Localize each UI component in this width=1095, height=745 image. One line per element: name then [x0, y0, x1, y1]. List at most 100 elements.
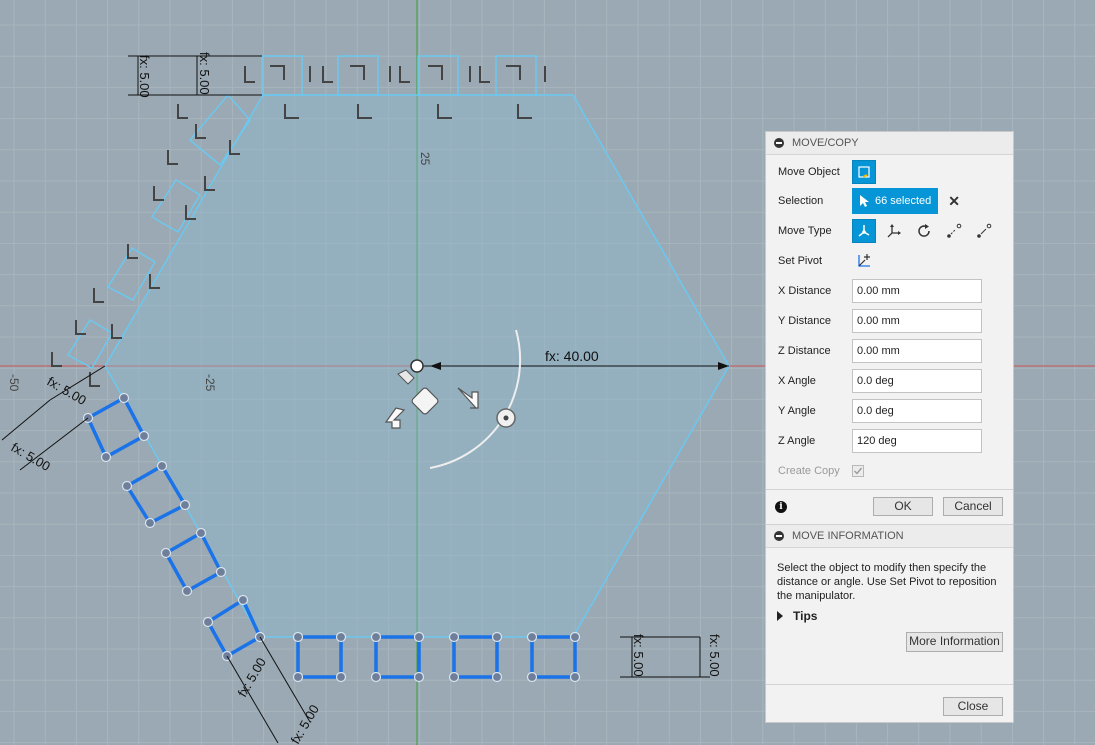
- free-move-type-button[interactable]: [852, 219, 876, 243]
- free-move-icon: [858, 225, 870, 237]
- ok-button[interactable]: OK: [873, 497, 933, 516]
- dimension-fx5-top[interactable]: fx: 5.00: [197, 52, 212, 95]
- dimension-fx5-bottom-cut[interactable]: fx: 5.00: [288, 702, 322, 745]
- sketch-vertex[interactable]: [292, 631, 304, 643]
- sketch-vertex[interactable]: [448, 631, 460, 643]
- tips-toggle[interactable]: Tips: [777, 609, 817, 623]
- dialog-title: MOVE/COPY: [792, 137, 859, 149]
- sketch-vertex[interactable]: [138, 430, 150, 442]
- field-row: Z Distance 0.00 mm: [778, 338, 982, 364]
- translate-type-button[interactable]: [882, 219, 906, 243]
- sketch-vertex[interactable]: [156, 460, 168, 472]
- rotate-type-button[interactable]: [912, 219, 936, 243]
- pivot-point[interactable]: [410, 359, 424, 373]
- sketch-vertex[interactable]: [335, 671, 347, 683]
- dimension-fx5-top-left[interactable]: fx: 5.00: [137, 55, 152, 98]
- info-icon[interactable]: i: [775, 501, 787, 513]
- sketch-vertex[interactable]: [526, 671, 538, 683]
- create-copy-row: Create Copy: [778, 458, 864, 484]
- sketch-vertex[interactable]: [526, 631, 538, 643]
- selection-label: Selection: [778, 195, 824, 207]
- close-button[interactable]: Close: [943, 697, 1003, 716]
- divider: [766, 684, 1013, 685]
- move-type-label: Move Type: [778, 225, 832, 237]
- translate-axes-icon: [887, 224, 901, 238]
- sketch-vertex[interactable]: [413, 671, 425, 683]
- move-type-row: Move Type: [778, 218, 1002, 244]
- field-row: Z Angle 120 deg: [778, 428, 982, 454]
- sketch-vertex[interactable]: [370, 671, 382, 683]
- field-row: Y Distance 0.00 mm: [778, 308, 982, 334]
- sketch-vertex[interactable]: [118, 392, 130, 404]
- sketch-vertex[interactable]: [335, 631, 347, 643]
- sketch-vertex[interactable]: [181, 585, 193, 597]
- dimension-fx5-bottom-right-1[interactable]: fx: 5.00: [631, 634, 646, 677]
- sketch-vertex[interactable]: [121, 480, 133, 492]
- move-information-header[interactable]: MOVE INFORMATION: [766, 525, 1013, 548]
- dimension-fx40[interactable]: fx: 40.00: [545, 348, 599, 364]
- axis-label-25-vertical: 25: [418, 152, 432, 166]
- axis-label-neg25: -25: [203, 374, 217, 392]
- sketch-vertex[interactable]: [448, 671, 460, 683]
- clear-selection-icon[interactable]: ✕: [948, 193, 960, 210]
- sketch-vertex[interactable]: [160, 547, 172, 559]
- create-copy-checkbox[interactable]: [852, 465, 864, 477]
- field-row: Y Angle 0.0 deg: [778, 398, 982, 424]
- selection-button[interactable]: 66 selected: [852, 188, 939, 214]
- sketch-vertex[interactable]: [413, 631, 425, 643]
- point-to-point-icon: [947, 223, 962, 238]
- x-angle-input[interactable]: 0.0 deg: [852, 369, 982, 393]
- move-object-label: Move Object: [778, 166, 840, 178]
- sketch-vertex[interactable]: [370, 631, 382, 643]
- cancel-button[interactable]: Cancel: [943, 497, 1003, 516]
- sketch-vertex[interactable]: [215, 566, 227, 578]
- move-copy-header[interactable]: MOVE/COPY: [766, 132, 1013, 155]
- sketch-vertex[interactable]: [237, 594, 249, 606]
- field-label: Z Distance: [778, 345, 831, 357]
- dimension-fx5-left-2[interactable]: fx: 5.00: [9, 440, 53, 474]
- field-row: X Distance 0.00 mm: [778, 278, 982, 304]
- z-distance-input[interactable]: 0.00 mm: [852, 339, 982, 363]
- collapse-icon[interactable]: [774, 531, 784, 541]
- sketch-vertex[interactable]: [144, 517, 156, 529]
- field-label: X Distance: [778, 285, 832, 297]
- sketch-vertex[interactable]: [491, 631, 503, 643]
- set-pivot-button[interactable]: [852, 249, 876, 273]
- pivot-axes-icon: [858, 254, 870, 267]
- field-label: X Angle: [778, 375, 816, 387]
- selection-row: Selection 66 selected ✕: [778, 188, 960, 214]
- move-copy-dialog[interactable]: MOVE/COPY Move Object Selection 66 selec…: [765, 131, 1014, 723]
- divider: [766, 489, 1013, 490]
- point-to-position-type-button[interactable]: [972, 219, 996, 243]
- dimension-fx5-bottom-right-2[interactable]: fx: 5.00: [707, 634, 722, 677]
- collapse-icon[interactable]: [774, 138, 784, 148]
- set-pivot-label: Set Pivot: [778, 255, 823, 267]
- more-information-button[interactable]: More Information: [906, 632, 1003, 652]
- x-distance-input[interactable]: 0.00 mm: [852, 279, 982, 303]
- point-to-point-type-button[interactable]: [942, 219, 966, 243]
- field-label: Y Distance: [778, 315, 831, 327]
- move-object-row: Move Object: [778, 159, 882, 185]
- set-pivot-row: Set Pivot: [778, 248, 882, 274]
- expand-triangle-icon: [777, 611, 783, 621]
- move-object-button[interactable]: [852, 160, 876, 184]
- sketch-vertex[interactable]: [195, 527, 207, 539]
- selection-count: 66 selected: [875, 195, 932, 207]
- y-distance-input[interactable]: 0.00 mm: [852, 309, 982, 333]
- sketch-vertex[interactable]: [179, 499, 191, 511]
- sketch-vertex[interactable]: [491, 671, 503, 683]
- rotate-icon: [918, 224, 930, 237]
- create-copy-label: Create Copy: [778, 465, 840, 477]
- field-row: X Angle 0.0 deg: [778, 368, 982, 394]
- sketch-vertex[interactable]: [292, 671, 304, 683]
- y-angle-input[interactable]: 0.0 deg: [852, 399, 982, 423]
- sketch-vertex[interactable]: [569, 671, 581, 683]
- axis-label-neg50: -50: [7, 374, 21, 392]
- sketch-vertex[interactable]: [202, 616, 214, 628]
- dimension-fx5-left-1[interactable]: fx: 5.00: [45, 374, 89, 408]
- sketch-vertex[interactable]: [569, 631, 581, 643]
- field-label: Y Angle: [778, 405, 816, 417]
- sketch-vertex[interactable]: [100, 451, 112, 463]
- z-angle-input[interactable]: 120 deg: [852, 429, 982, 453]
- checkmark-icon: [854, 467, 863, 475]
